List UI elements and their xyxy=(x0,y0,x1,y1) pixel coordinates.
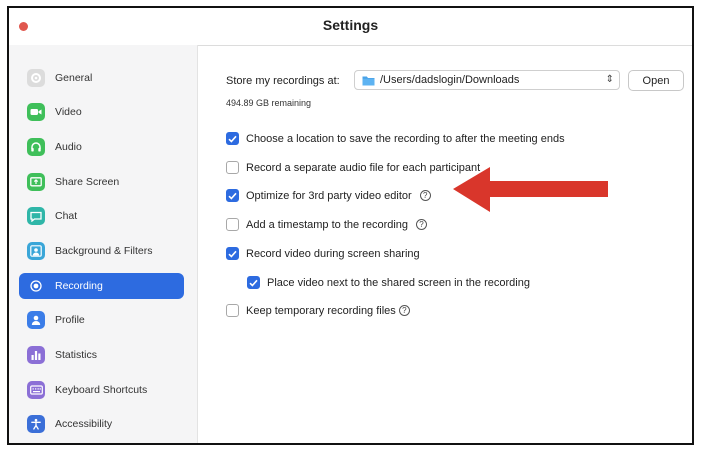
sidebar-item-accessibility[interactable]: Accessibility xyxy=(19,411,184,437)
option-optimize-editor: Optimize for 3rd party video editor ? xyxy=(226,189,431,202)
title-bar: Settings xyxy=(9,8,692,46)
option-label: Optimize for 3rd party video editor xyxy=(246,189,412,202)
recording-path-value: /Users/dadslogin/Downloads xyxy=(380,74,520,86)
option-label: Keep temporary recording files xyxy=(246,304,396,317)
option-label: Record video during screen sharing xyxy=(246,247,420,260)
profile-icon xyxy=(27,311,45,329)
chevron-updown-icon: ⇕ xyxy=(605,74,614,85)
option-record-screen-sharing: Record video during screen sharing xyxy=(226,247,420,260)
option-separate-audio: Record a separate audio file for each pa… xyxy=(226,161,480,174)
sidebar-item-label: Chat xyxy=(55,210,78,222)
open-folder-button[interactable]: Open xyxy=(628,70,684,91)
option-label: Choose a location to save the recording … xyxy=(246,132,565,145)
keyboard-icon xyxy=(27,381,45,399)
recording-settings-panel: Store my recordings at: /Users/dadslogin… xyxy=(198,45,692,443)
option-label: Record a separate audio file for each pa… xyxy=(246,161,481,174)
headphones-icon xyxy=(27,138,45,156)
sidebar-item-keyboard-shortcuts[interactable]: Keyboard Shortcuts xyxy=(19,377,184,403)
option-choose-location: Choose a location to save the recording … xyxy=(226,132,565,145)
settings-window: Settings General Video Audio Share Scree… xyxy=(7,6,694,445)
sidebar-item-audio[interactable]: Audio xyxy=(19,134,184,160)
option-label: Add a timestamp to the recording xyxy=(246,218,409,231)
option-place-video-next: Place video next to the shared screen in… xyxy=(247,276,530,289)
sidebar-item-background-filters[interactable]: Background & Filters xyxy=(19,238,184,264)
settings-sidebar: General Video Audio Share Screen Chat Ba… xyxy=(9,45,198,443)
help-icon[interactable]: ? xyxy=(419,190,431,201)
sidebar-item-label: Keyboard Shortcuts xyxy=(55,384,148,396)
timestamp-checkbox[interactable] xyxy=(226,218,239,231)
sidebar-item-label: Share Screen xyxy=(55,176,120,188)
sidebar-item-label: Accessibility xyxy=(55,418,113,430)
store-location-label: Store my recordings at: xyxy=(226,75,340,87)
sidebar-item-label: Audio xyxy=(55,141,82,153)
recording-path-select[interactable]: /Users/dadslogin/Downloads ⇕ xyxy=(354,70,620,90)
keep-temp-files-checkbox[interactable] xyxy=(226,304,239,317)
help-icon[interactable]: ? xyxy=(416,219,428,230)
chat-bubble-icon xyxy=(27,207,45,225)
share-screen-icon xyxy=(27,173,45,191)
option-keep-temp-files: Keep temporary recording files ? xyxy=(226,304,410,317)
record-screen-sharing-checkbox[interactable] xyxy=(226,247,239,260)
sidebar-item-label: Recording xyxy=(55,280,103,292)
sidebar-item-statistics[interactable]: Statistics xyxy=(19,342,184,368)
sidebar-item-label: Video xyxy=(55,106,82,118)
accessibility-icon xyxy=(27,415,45,433)
bar-chart-icon xyxy=(27,346,45,364)
option-label: Place video next to the shared screen in… xyxy=(267,276,530,289)
video-camera-icon xyxy=(27,103,45,121)
sidebar-item-label: General xyxy=(55,72,93,84)
sidebar-item-label: Statistics xyxy=(55,349,98,361)
sidebar-item-chat[interactable]: Chat xyxy=(19,203,184,229)
separate-audio-checkbox[interactable] xyxy=(226,161,239,174)
folder-icon xyxy=(362,75,375,86)
window-title: Settings xyxy=(322,17,379,33)
red-arrow-annotation-icon xyxy=(453,167,608,212)
optimize-editor-checkbox[interactable] xyxy=(226,189,239,202)
record-icon xyxy=(27,277,45,295)
choose-location-checkbox[interactable] xyxy=(226,132,239,145)
place-video-next-checkbox[interactable] xyxy=(247,276,260,289)
sidebar-item-general[interactable]: General xyxy=(19,65,184,91)
option-timestamp: Add a timestamp to the recording ? xyxy=(226,218,428,231)
help-icon[interactable]: ? xyxy=(398,305,410,316)
sidebar-item-video[interactable]: Video xyxy=(19,99,184,125)
sidebar-item-recording[interactable]: Recording xyxy=(19,273,184,299)
sidebar-item-label: Profile xyxy=(55,314,85,326)
sidebar-item-label: Background & Filters xyxy=(55,245,153,257)
sidebar-item-profile[interactable]: Profile xyxy=(19,307,184,333)
storage-remaining: 494.89 GB remaining xyxy=(226,98,312,108)
gear-icon xyxy=(27,69,45,87)
sidebar-item-share-screen[interactable]: Share Screen xyxy=(19,169,184,195)
person-background-icon xyxy=(27,242,45,260)
